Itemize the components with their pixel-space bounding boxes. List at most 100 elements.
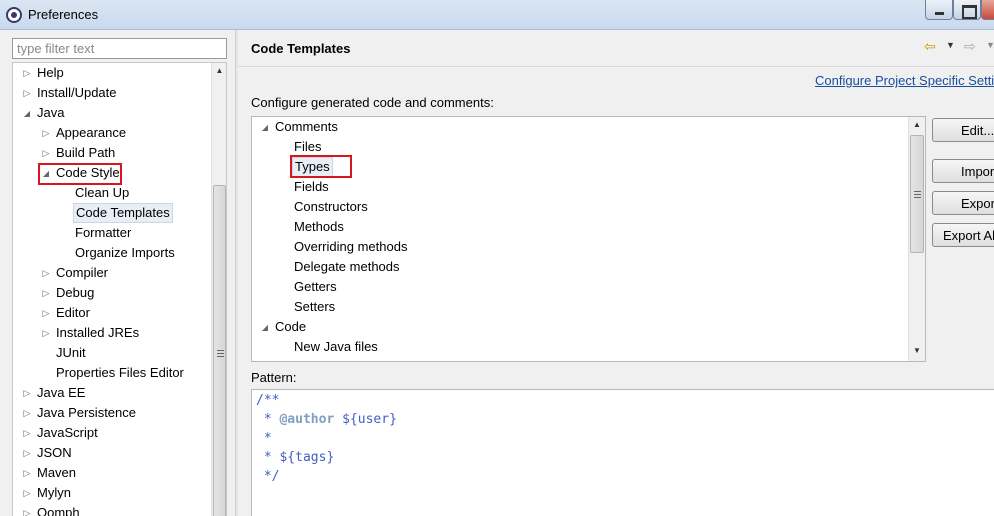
collapsed-twistie-icon[interactable] bbox=[40, 263, 52, 283]
collapsed-twistie-icon[interactable] bbox=[21, 463, 33, 483]
templates-tree-item[interactable]: Overriding methods bbox=[252, 237, 906, 257]
preferences-tree-item-label: Editor bbox=[56, 305, 90, 320]
eclipse-app-icon bbox=[6, 7, 22, 23]
preferences-tree-item[interactable]: Help bbox=[13, 63, 209, 83]
scroll-thumb[interactable] bbox=[213, 185, 226, 516]
preferences-tree-item[interactable]: Maven bbox=[13, 463, 209, 483]
preferences-tree-item-label: Java bbox=[37, 105, 65, 120]
templates-tree-item[interactable]: Getters bbox=[252, 277, 906, 297]
preferences-tree-item-label: JSON bbox=[37, 445, 72, 460]
preferences-tree-item[interactable]: Build Path bbox=[13, 143, 209, 163]
templates-tree-item-label: Code bbox=[275, 319, 307, 334]
preferences-tree-item-label: Properties Files Editor bbox=[56, 365, 184, 380]
preferences-tree-item[interactable]: Mylyn bbox=[13, 483, 209, 503]
expanded-twistie-icon[interactable] bbox=[259, 317, 271, 337]
preferences-tree-item[interactable]: JavaScript bbox=[13, 423, 209, 443]
collapsed-twistie-icon[interactable] bbox=[21, 383, 33, 403]
collapsed-twistie-icon[interactable] bbox=[40, 323, 52, 343]
collapsed-twistie-icon[interactable] bbox=[21, 63, 33, 83]
preferences-tree-item[interactable]: Organize Imports bbox=[13, 243, 209, 263]
templates-tree-item[interactable]: Code bbox=[252, 317, 906, 337]
maximize-button[interactable] bbox=[953, 0, 981, 20]
preferences-tree-item-label: Compiler bbox=[56, 265, 109, 280]
preferences-tree-item[interactable]: Clean Up bbox=[13, 183, 209, 203]
forward-dropdown-icon[interactable]: ▼ bbox=[986, 40, 994, 50]
templates-tree-item-label: Comments bbox=[275, 119, 338, 134]
collapsed-twistie-icon[interactable] bbox=[21, 403, 33, 423]
collapsed-twistie-icon[interactable] bbox=[21, 483, 33, 503]
filter-input[interactable] bbox=[12, 38, 227, 59]
preferences-tree-item-label: Help bbox=[37, 65, 64, 80]
scroll-thumb[interactable] bbox=[910, 135, 924, 253]
close-button[interactable] bbox=[981, 0, 994, 20]
pattern-line: * ${tags} bbox=[256, 450, 335, 465]
preferences-tree-item[interactable]: Java EE bbox=[13, 383, 209, 403]
scroll-up-arrow[interactable]: ▲ bbox=[909, 117, 925, 133]
preferences-tree-item-label: JavaScript bbox=[37, 425, 98, 440]
expanded-twistie-icon[interactable] bbox=[21, 103, 33, 123]
preferences-tree-item[interactable]: JUnit bbox=[13, 343, 209, 363]
preferences-tree-item[interactable]: Install/Update bbox=[13, 83, 209, 103]
preferences-tree-item-label: Debug bbox=[56, 285, 95, 300]
templates-tree-item[interactable]: Delegate methods bbox=[252, 257, 906, 277]
preferences-tree-item[interactable]: JSON bbox=[13, 443, 209, 463]
preferences-nav-panel: ▲ Help Install/Update Java Appearance Build … bbox=[0, 30, 235, 516]
templates-tree-item-label: Getters bbox=[294, 279, 337, 294]
preferences-tree-item[interactable]: Java Persistence bbox=[13, 403, 209, 423]
configure-project-settings-link[interactable]: Configure Project Specific Setti bbox=[815, 73, 994, 88]
collapsed-twistie-icon[interactable] bbox=[40, 303, 52, 323]
pattern-line: /** bbox=[256, 393, 280, 408]
collapsed-twistie-icon[interactable] bbox=[40, 123, 52, 143]
templates-tree-item[interactable]: Setters bbox=[252, 297, 906, 317]
preferences-tree-item[interactable]: Editor bbox=[13, 303, 209, 323]
collapsed-twistie-icon[interactable] bbox=[21, 83, 33, 103]
edit-button[interactable]: Edit... bbox=[932, 118, 994, 142]
preferences-tree-item-label: Code Templates bbox=[73, 203, 173, 223]
preferences-tree-item[interactable]: Installed JREs bbox=[13, 323, 209, 343]
types-highlight bbox=[290, 155, 352, 178]
pattern-line: */ bbox=[256, 469, 280, 484]
collapsed-twistie-icon[interactable] bbox=[40, 283, 52, 303]
pattern-editor[interactable]: /** * @author ${user} * * ${tags} */ bbox=[251, 389, 994, 516]
collapsed-twistie-icon[interactable] bbox=[21, 443, 33, 463]
preferences-tree-item[interactable]: Appearance bbox=[13, 123, 209, 143]
preferences-tree-scrollbar[interactable]: ▲ bbox=[211, 63, 226, 516]
collapsed-twistie-icon[interactable] bbox=[40, 143, 52, 163]
scroll-grip-icon bbox=[914, 191, 921, 198]
collapsed-twistie-icon[interactable] bbox=[21, 503, 33, 516]
header-divider bbox=[238, 66, 994, 67]
back-dropdown-icon[interactable]: ▼ bbox=[946, 40, 955, 50]
pattern-text: * bbox=[256, 412, 280, 427]
preferences-tree-item-label: JUnit bbox=[56, 345, 86, 360]
export-button[interactable]: Export... bbox=[932, 191, 994, 215]
preferences-tree-item-label: Maven bbox=[37, 465, 77, 480]
preferences-tree-item-label: Appearance bbox=[56, 125, 127, 140]
preferences-tree-item[interactable]: Properties Files Editor bbox=[13, 363, 209, 383]
templates-tree-item[interactable]: Fields bbox=[252, 177, 906, 197]
scroll-down-arrow[interactable]: ▼ bbox=[909, 343, 925, 359]
collapsed-twistie-icon[interactable] bbox=[21, 423, 33, 443]
templates-tree-item[interactable]: Comments bbox=[252, 117, 906, 137]
preferences-tree-item[interactable]: Code Templates bbox=[13, 203, 209, 223]
templates-tree-item[interactable]: Methods bbox=[252, 217, 906, 237]
scroll-up-arrow[interactable]: ▲ bbox=[212, 63, 226, 79]
templates-tree-item[interactable]: Constructors bbox=[252, 197, 906, 217]
expanded-twistie-icon[interactable] bbox=[259, 117, 271, 137]
preferences-tree-item[interactable]: Oomph bbox=[13, 503, 209, 516]
preferences-tree-item[interactable]: Java bbox=[13, 103, 209, 123]
templates-tree-item[interactable]: Files bbox=[252, 137, 906, 157]
minimize-button[interactable] bbox=[925, 0, 953, 20]
title-bar: Preferences bbox=[0, 0, 994, 30]
preferences-tree-item[interactable]: Compiler bbox=[13, 263, 209, 283]
import-button[interactable]: Import... bbox=[932, 159, 994, 183]
preferences-tree-item-label: Organize Imports bbox=[75, 245, 175, 260]
templates-tree-item[interactable]: New Java files bbox=[252, 337, 906, 357]
templates-tree-scrollbar[interactable]: ▲ ▼ bbox=[908, 117, 925, 361]
pattern-label: Pattern: bbox=[251, 370, 297, 385]
preferences-tree-item-label: Build Path bbox=[56, 145, 116, 160]
export-all-button[interactable]: Export All... bbox=[932, 223, 994, 247]
back-arrow-icon[interactable]: ⇦ bbox=[924, 38, 936, 55]
preferences-tree-item[interactable]: Debug bbox=[13, 283, 209, 303]
preferences-tree-item[interactable]: Formatter bbox=[13, 223, 209, 243]
forward-arrow-icon[interactable]: ⇨ bbox=[964, 38, 976, 55]
